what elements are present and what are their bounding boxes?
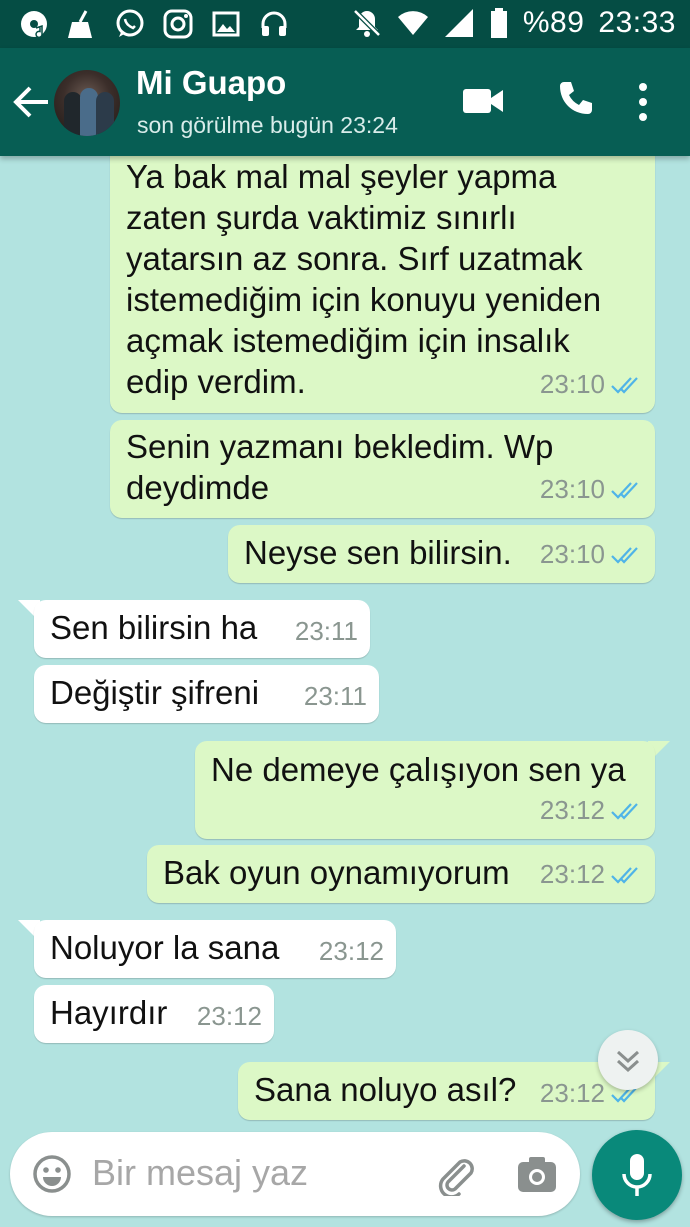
read-ticks-icon (611, 866, 638, 884)
gallery-icon (212, 11, 240, 37)
message-time: 23:10 (539, 369, 605, 399)
message-outgoing[interactable]: Ne demeye çalışıyon sen ya 23:12 (195, 741, 655, 839)
mic-icon (622, 1154, 652, 1196)
message-time: 23:10 (539, 474, 605, 504)
message-composer: Bir mesaj yaz (10, 1132, 580, 1216)
last-seen: son görülme bugün 23:24 (137, 112, 398, 138)
music-app-icon (21, 11, 47, 39)
whatsapp-icon (116, 9, 144, 37)
scroll-to-bottom-button[interactable] (598, 1030, 658, 1090)
message-time: 23:10 (539, 539, 605, 569)
message-meta: 23:11 (295, 611, 358, 652)
message-meta: 23:10 (540, 364, 643, 405)
video-call-icon[interactable] (462, 86, 504, 116)
arrow-left-icon[interactable] (12, 84, 50, 120)
message-time: 23:12 (196, 1001, 262, 1031)
message-incoming[interactable]: Hayırdır 23:12 (34, 985, 274, 1043)
contact-name[interactable]: Mi Guapo (136, 64, 286, 102)
notifications-off-icon (353, 9, 381, 37)
read-ticks-icon (611, 376, 638, 394)
message-time: 23:12 (539, 859, 605, 889)
avatar[interactable] (54, 70, 120, 136)
status-bar: %89 23:33 (0, 0, 690, 48)
message-text: Senin yazmanı bekledim. Wp deydimde (126, 428, 554, 506)
instagram-icon (163, 9, 193, 39)
message-input[interactable]: Bir mesaj yaz (92, 1152, 308, 1194)
message-time: 23:11 (303, 681, 367, 711)
message-outgoing[interactable]: Sana noluyo asıl? 23:12 (238, 1062, 655, 1120)
message-incoming[interactable]: Sen bilirsin ha 23:11 (34, 600, 370, 658)
message-outgoing[interactable]: Bak oyun oynamıyorum 23:12 (147, 845, 655, 903)
message-time: 23:12 (539, 1078, 605, 1108)
read-ticks-icon (611, 481, 638, 499)
message-outgoing[interactable]: Neyse sen bilirsin. 23:10 (228, 525, 655, 583)
phone-icon[interactable] (556, 80, 594, 118)
message-text: Noluyor la sana (50, 929, 280, 966)
message-outgoing[interactable]: Ya bak mal mal şeyler yapma zaten şurda … (110, 140, 655, 413)
message-text: Değiştir şifreni (50, 674, 260, 711)
message-text: Sen bilirsin ha (50, 609, 258, 646)
message-meta: 23:12 (540, 854, 643, 895)
emoji-icon[interactable] (32, 1154, 72, 1194)
message-meta: 23:12 (319, 931, 384, 972)
message-time: 23:11 (294, 616, 358, 646)
message-meta: 23:12 (197, 996, 262, 1037)
battery-icon (490, 8, 507, 38)
message-text: Ya bak mal mal şeyler yapma zaten şurda … (126, 158, 602, 400)
cleaner-icon (68, 10, 92, 38)
voice-record-button[interactable] (592, 1130, 682, 1220)
message-text: Ne demeye çalışıyon sen ya (211, 751, 626, 788)
message-meta: 23:12 (540, 790, 643, 831)
message-text: Neyse sen bilirsin. (244, 534, 512, 571)
message-meta: 23:10 (540, 469, 643, 510)
message-incoming[interactable]: Değiştir şifreni 23:11 (34, 665, 379, 723)
message-text: Bak oyun oynamıyorum (163, 854, 510, 891)
wifi-icon (397, 11, 428, 35)
status-time: 23:33 (598, 6, 676, 39)
camera-icon[interactable] (516, 1154, 558, 1194)
read-ticks-icon (611, 546, 638, 564)
signal-icon (444, 9, 473, 37)
message-meta: 23:10 (540, 534, 643, 575)
read-ticks-icon (611, 802, 638, 820)
headphones-icon (261, 11, 287, 36)
more-vert-icon[interactable] (636, 82, 650, 122)
message-time: 23:12 (539, 795, 605, 825)
message-meta: 23:11 (304, 676, 367, 717)
chat-header: Mi Guapo son görülme bugün 23:24 (0, 48, 690, 156)
message-text: Hayırdır (50, 994, 168, 1031)
paperclip-icon[interactable] (434, 1152, 478, 1196)
message-text: Sana noluyo asıl? (254, 1071, 517, 1108)
chevron-double-down-icon (616, 1050, 640, 1073)
message-outgoing[interactable]: Senin yazmanı bekledim. Wp deydimde 23:1… (110, 420, 655, 518)
battery-percent: %89 (522, 6, 585, 39)
message-time: 23:12 (318, 936, 384, 966)
message-incoming[interactable]: Noluyor la sana 23:12 (34, 920, 396, 978)
